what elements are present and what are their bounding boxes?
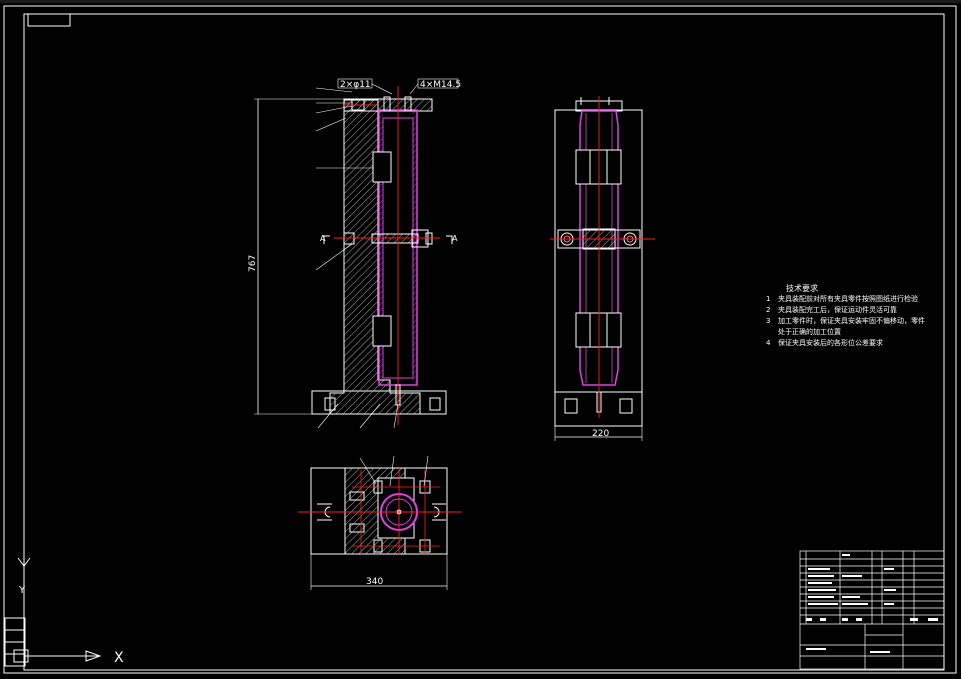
ucs-y-label: Y: [18, 585, 26, 596]
technical-requirements-title: 技术要求: [786, 284, 818, 293]
dim-height: 767: [248, 255, 258, 272]
ucs-icon: [4, 557, 102, 667]
side-view: [550, 96, 655, 441]
ucs-x-label: X: [114, 650, 124, 666]
front-view: [254, 78, 459, 429]
technical-requirements: 技术要求 1 夹具装配前对所有夹具零件按照图纸进行检验 2 夹具装配完工后，保证…: [766, 283, 956, 349]
callout-left: 2×φ11: [340, 80, 371, 90]
dim-top-width: 340: [366, 577, 383, 587]
requirement-item: 1 夹具装配前对所有夹具零件按照图纸进行检验: [766, 295, 918, 303]
section-letter-left: A: [320, 234, 326, 243]
top-view: [298, 455, 462, 590]
requirement-item: 处于正确的加工位置: [778, 328, 841, 336]
requirement-item: 2 夹具装配完工后，保证运动件灵活可靠: [766, 306, 897, 314]
requirement-item: 4 保证夹具安装后的各形位公差要求: [766, 339, 883, 347]
requirement-item: 3 加工零件时，保证夹具安装牢固不偏移动，零件: [766, 317, 925, 325]
callout-right: 4×M14.5: [420, 80, 461, 90]
dim-side-width: 220: [592, 429, 609, 439]
section-letter-right: A: [452, 234, 458, 243]
